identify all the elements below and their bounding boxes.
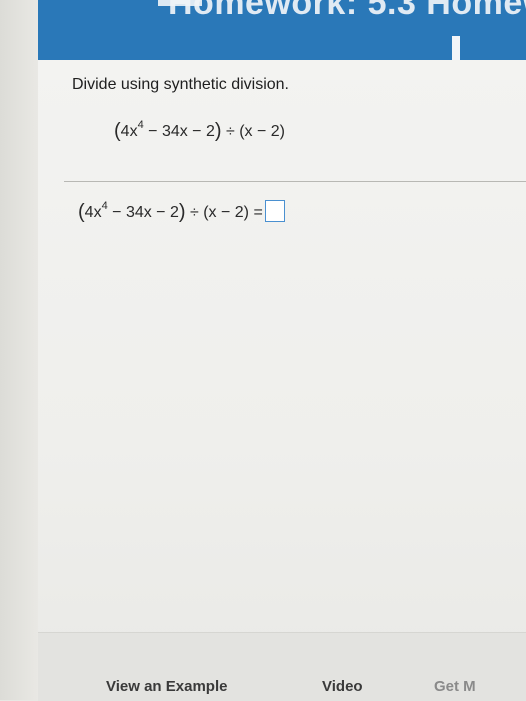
get-more-help-button[interactable]: Get M [434,678,476,695]
open-paren: ( [78,201,85,223]
page-edge [0,0,38,700]
question-panel: Divide using synthetic division. (4x4 − … [38,60,526,700]
expression-lead: 4x [84,204,102,221]
close-paren: ) [178,201,186,223]
open-paren: ( [114,120,121,142]
answer-input[interactable] [264,200,285,222]
header-tick [452,36,460,60]
divisor: (x − 2) [203,204,250,221]
footer-toolbar: View an Example Video Get M [38,632,526,701]
divide-symbol: ÷ [221,123,240,140]
close-paren: ) [214,120,222,142]
divisor: (x − 2) [239,123,286,140]
divide-symbol: ÷ [185,204,204,221]
video-button[interactable]: Video [322,678,363,695]
answer-row: (4x4 − 34x − 2) ÷ (x − 2) = [78,200,285,224]
problem-expression: (4x4 − 34x − 2) ÷ (x − 2) [114,120,285,143]
expression-rest: − 34x − 2 [107,204,179,221]
expression-lead: 4x [120,123,138,140]
equals-sign: = [249,204,263,221]
question-instruction: Divide using synthetic division. [72,76,289,93]
assignment-title: Homework: 5.3 Homework [168,0,526,22]
divider [64,181,526,182]
header-bar: Homework: 5.3 Homework [38,0,526,60]
view-example-button[interactable]: View an Example [106,678,227,695]
expression-rest: − 34x − 2 [143,123,215,140]
